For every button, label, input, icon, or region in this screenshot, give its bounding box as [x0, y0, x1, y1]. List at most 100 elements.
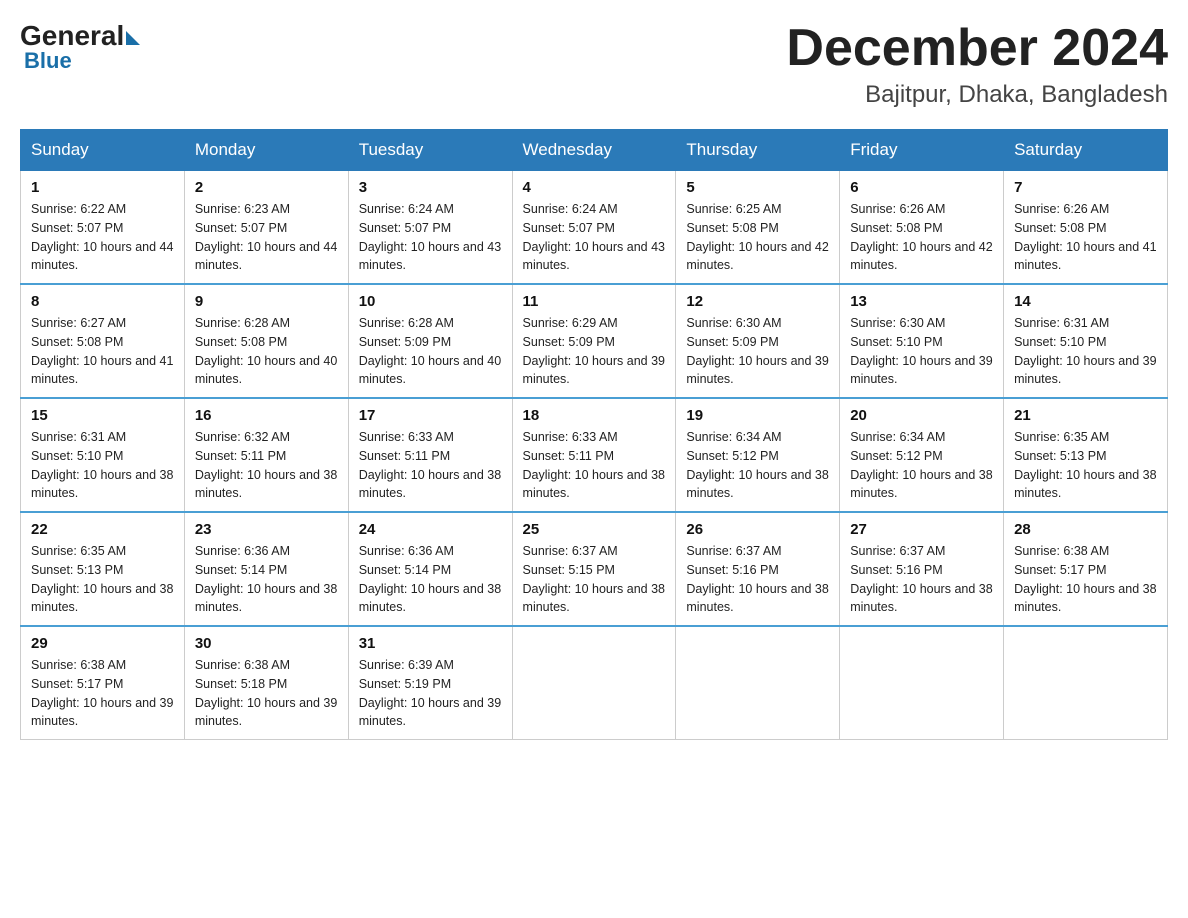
calendar-table: SundayMondayTuesdayWednesdayThursdayFrid… [20, 129, 1168, 740]
calendar-day-cell: 14 Sunrise: 6:31 AMSunset: 5:10 PMDaylig… [1004, 284, 1168, 398]
day-info: Sunrise: 6:23 AMSunset: 5:07 PMDaylight:… [195, 202, 337, 272]
day-number: 14 [1014, 293, 1157, 310]
day-number: 2 [195, 179, 338, 196]
day-info: Sunrise: 6:32 AMSunset: 5:11 PMDaylight:… [195, 430, 337, 500]
calendar-subtitle: Bajitpur, Dhaka, Bangladesh [786, 81, 1168, 109]
calendar-day-cell: 4 Sunrise: 6:24 AMSunset: 5:07 PMDayligh… [512, 171, 676, 285]
calendar-day-cell: 7 Sunrise: 6:26 AMSunset: 5:08 PMDayligh… [1004, 171, 1168, 285]
day-info: Sunrise: 6:24 AMSunset: 5:07 PMDaylight:… [359, 202, 501, 272]
day-number: 23 [195, 521, 338, 538]
day-number: 12 [686, 293, 829, 310]
day-number: 27 [850, 521, 993, 538]
day-number: 17 [359, 407, 502, 424]
calendar-week-row: 8 Sunrise: 6:27 AMSunset: 5:08 PMDayligh… [21, 284, 1168, 398]
page-header: General Blue December 2024 Bajitpur, Dha… [20, 20, 1168, 109]
calendar-day-cell [1004, 626, 1168, 740]
day-info: Sunrise: 6:22 AMSunset: 5:07 PMDaylight:… [31, 202, 173, 272]
day-number: 13 [850, 293, 993, 310]
day-number: 28 [1014, 521, 1157, 538]
column-header-friday: Friday [840, 130, 1004, 171]
calendar-day-cell: 25 Sunrise: 6:37 AMSunset: 5:15 PMDaylig… [512, 512, 676, 626]
day-number: 25 [523, 521, 666, 538]
logo-triangle [126, 31, 140, 45]
title-block: December 2024 Bajitpur, Dhaka, Banglades… [786, 20, 1168, 109]
day-number: 21 [1014, 407, 1157, 424]
logo-blue: Blue [24, 48, 72, 74]
calendar-day-cell: 6 Sunrise: 6:26 AMSunset: 5:08 PMDayligh… [840, 171, 1004, 285]
day-number: 11 [523, 293, 666, 310]
day-info: Sunrise: 6:29 AMSunset: 5:09 PMDaylight:… [523, 316, 665, 386]
calendar-week-row: 15 Sunrise: 6:31 AMSunset: 5:10 PMDaylig… [21, 398, 1168, 512]
day-number: 8 [31, 293, 174, 310]
day-number: 4 [523, 179, 666, 196]
day-info: Sunrise: 6:36 AMSunset: 5:14 PMDaylight:… [359, 544, 501, 614]
day-number: 26 [686, 521, 829, 538]
calendar-day-cell: 30 Sunrise: 6:38 AMSunset: 5:18 PMDaylig… [184, 626, 348, 740]
calendar-day-cell: 2 Sunrise: 6:23 AMSunset: 5:07 PMDayligh… [184, 171, 348, 285]
day-number: 22 [31, 521, 174, 538]
day-info: Sunrise: 6:26 AMSunset: 5:08 PMDaylight:… [1014, 202, 1156, 272]
day-info: Sunrise: 6:38 AMSunset: 5:18 PMDaylight:… [195, 658, 337, 728]
day-number: 19 [686, 407, 829, 424]
day-info: Sunrise: 6:35 AMSunset: 5:13 PMDaylight:… [1014, 430, 1156, 500]
column-header-monday: Monday [184, 130, 348, 171]
column-header-sunday: Sunday [21, 130, 185, 171]
day-info: Sunrise: 6:28 AMSunset: 5:08 PMDaylight:… [195, 316, 337, 386]
day-number: 29 [31, 635, 174, 652]
calendar-day-cell: 29 Sunrise: 6:38 AMSunset: 5:17 PMDaylig… [21, 626, 185, 740]
day-info: Sunrise: 6:24 AMSunset: 5:07 PMDaylight:… [523, 202, 665, 272]
calendar-day-cell: 21 Sunrise: 6:35 AMSunset: 5:13 PMDaylig… [1004, 398, 1168, 512]
calendar-day-cell [840, 626, 1004, 740]
day-number: 3 [359, 179, 502, 196]
day-info: Sunrise: 6:30 AMSunset: 5:09 PMDaylight:… [686, 316, 828, 386]
calendar-day-cell: 31 Sunrise: 6:39 AMSunset: 5:19 PMDaylig… [348, 626, 512, 740]
day-info: Sunrise: 6:31 AMSunset: 5:10 PMDaylight:… [1014, 316, 1156, 386]
day-number: 9 [195, 293, 338, 310]
calendar-day-cell: 22 Sunrise: 6:35 AMSunset: 5:13 PMDaylig… [21, 512, 185, 626]
day-number: 30 [195, 635, 338, 652]
day-info: Sunrise: 6:30 AMSunset: 5:10 PMDaylight:… [850, 316, 992, 386]
calendar-header-row: SundayMondayTuesdayWednesdayThursdayFrid… [21, 130, 1168, 171]
day-info: Sunrise: 6:28 AMSunset: 5:09 PMDaylight:… [359, 316, 501, 386]
calendar-day-cell: 9 Sunrise: 6:28 AMSunset: 5:08 PMDayligh… [184, 284, 348, 398]
day-info: Sunrise: 6:37 AMSunset: 5:16 PMDaylight:… [850, 544, 992, 614]
calendar-week-row: 29 Sunrise: 6:38 AMSunset: 5:17 PMDaylig… [21, 626, 1168, 740]
day-number: 6 [850, 179, 993, 196]
calendar-day-cell: 20 Sunrise: 6:34 AMSunset: 5:12 PMDaylig… [840, 398, 1004, 512]
calendar-day-cell: 15 Sunrise: 6:31 AMSunset: 5:10 PMDaylig… [21, 398, 185, 512]
day-info: Sunrise: 6:38 AMSunset: 5:17 PMDaylight:… [31, 658, 173, 728]
day-info: Sunrise: 6:39 AMSunset: 5:19 PMDaylight:… [359, 658, 501, 728]
calendar-day-cell: 13 Sunrise: 6:30 AMSunset: 5:10 PMDaylig… [840, 284, 1004, 398]
day-info: Sunrise: 6:36 AMSunset: 5:14 PMDaylight:… [195, 544, 337, 614]
calendar-day-cell: 18 Sunrise: 6:33 AMSunset: 5:11 PMDaylig… [512, 398, 676, 512]
day-info: Sunrise: 6:25 AMSunset: 5:08 PMDaylight:… [686, 202, 828, 272]
column-header-tuesday: Tuesday [348, 130, 512, 171]
day-number: 15 [31, 407, 174, 424]
calendar-day-cell [512, 626, 676, 740]
day-info: Sunrise: 6:27 AMSunset: 5:08 PMDaylight:… [31, 316, 173, 386]
column-header-saturday: Saturday [1004, 130, 1168, 171]
calendar-day-cell: 11 Sunrise: 6:29 AMSunset: 5:09 PMDaylig… [512, 284, 676, 398]
day-number: 24 [359, 521, 502, 538]
day-number: 16 [195, 407, 338, 424]
day-number: 5 [686, 179, 829, 196]
day-info: Sunrise: 6:37 AMSunset: 5:16 PMDaylight:… [686, 544, 828, 614]
calendar-day-cell: 26 Sunrise: 6:37 AMSunset: 5:16 PMDaylig… [676, 512, 840, 626]
day-info: Sunrise: 6:33 AMSunset: 5:11 PMDaylight:… [523, 430, 665, 500]
day-info: Sunrise: 6:34 AMSunset: 5:12 PMDaylight:… [686, 430, 828, 500]
calendar-title: December 2024 [786, 20, 1168, 77]
day-info: Sunrise: 6:34 AMSunset: 5:12 PMDaylight:… [850, 430, 992, 500]
calendar-day-cell: 17 Sunrise: 6:33 AMSunset: 5:11 PMDaylig… [348, 398, 512, 512]
calendar-day-cell: 23 Sunrise: 6:36 AMSunset: 5:14 PMDaylig… [184, 512, 348, 626]
calendar-week-row: 22 Sunrise: 6:35 AMSunset: 5:13 PMDaylig… [21, 512, 1168, 626]
day-number: 31 [359, 635, 502, 652]
day-info: Sunrise: 6:37 AMSunset: 5:15 PMDaylight:… [523, 544, 665, 614]
day-number: 7 [1014, 179, 1157, 196]
day-info: Sunrise: 6:38 AMSunset: 5:17 PMDaylight:… [1014, 544, 1156, 614]
day-number: 1 [31, 179, 174, 196]
day-number: 20 [850, 407, 993, 424]
logo: General Blue [20, 20, 140, 74]
calendar-day-cell: 5 Sunrise: 6:25 AMSunset: 5:08 PMDayligh… [676, 171, 840, 285]
calendar-week-row: 1 Sunrise: 6:22 AMSunset: 5:07 PMDayligh… [21, 171, 1168, 285]
calendar-day-cell: 24 Sunrise: 6:36 AMSunset: 5:14 PMDaylig… [348, 512, 512, 626]
